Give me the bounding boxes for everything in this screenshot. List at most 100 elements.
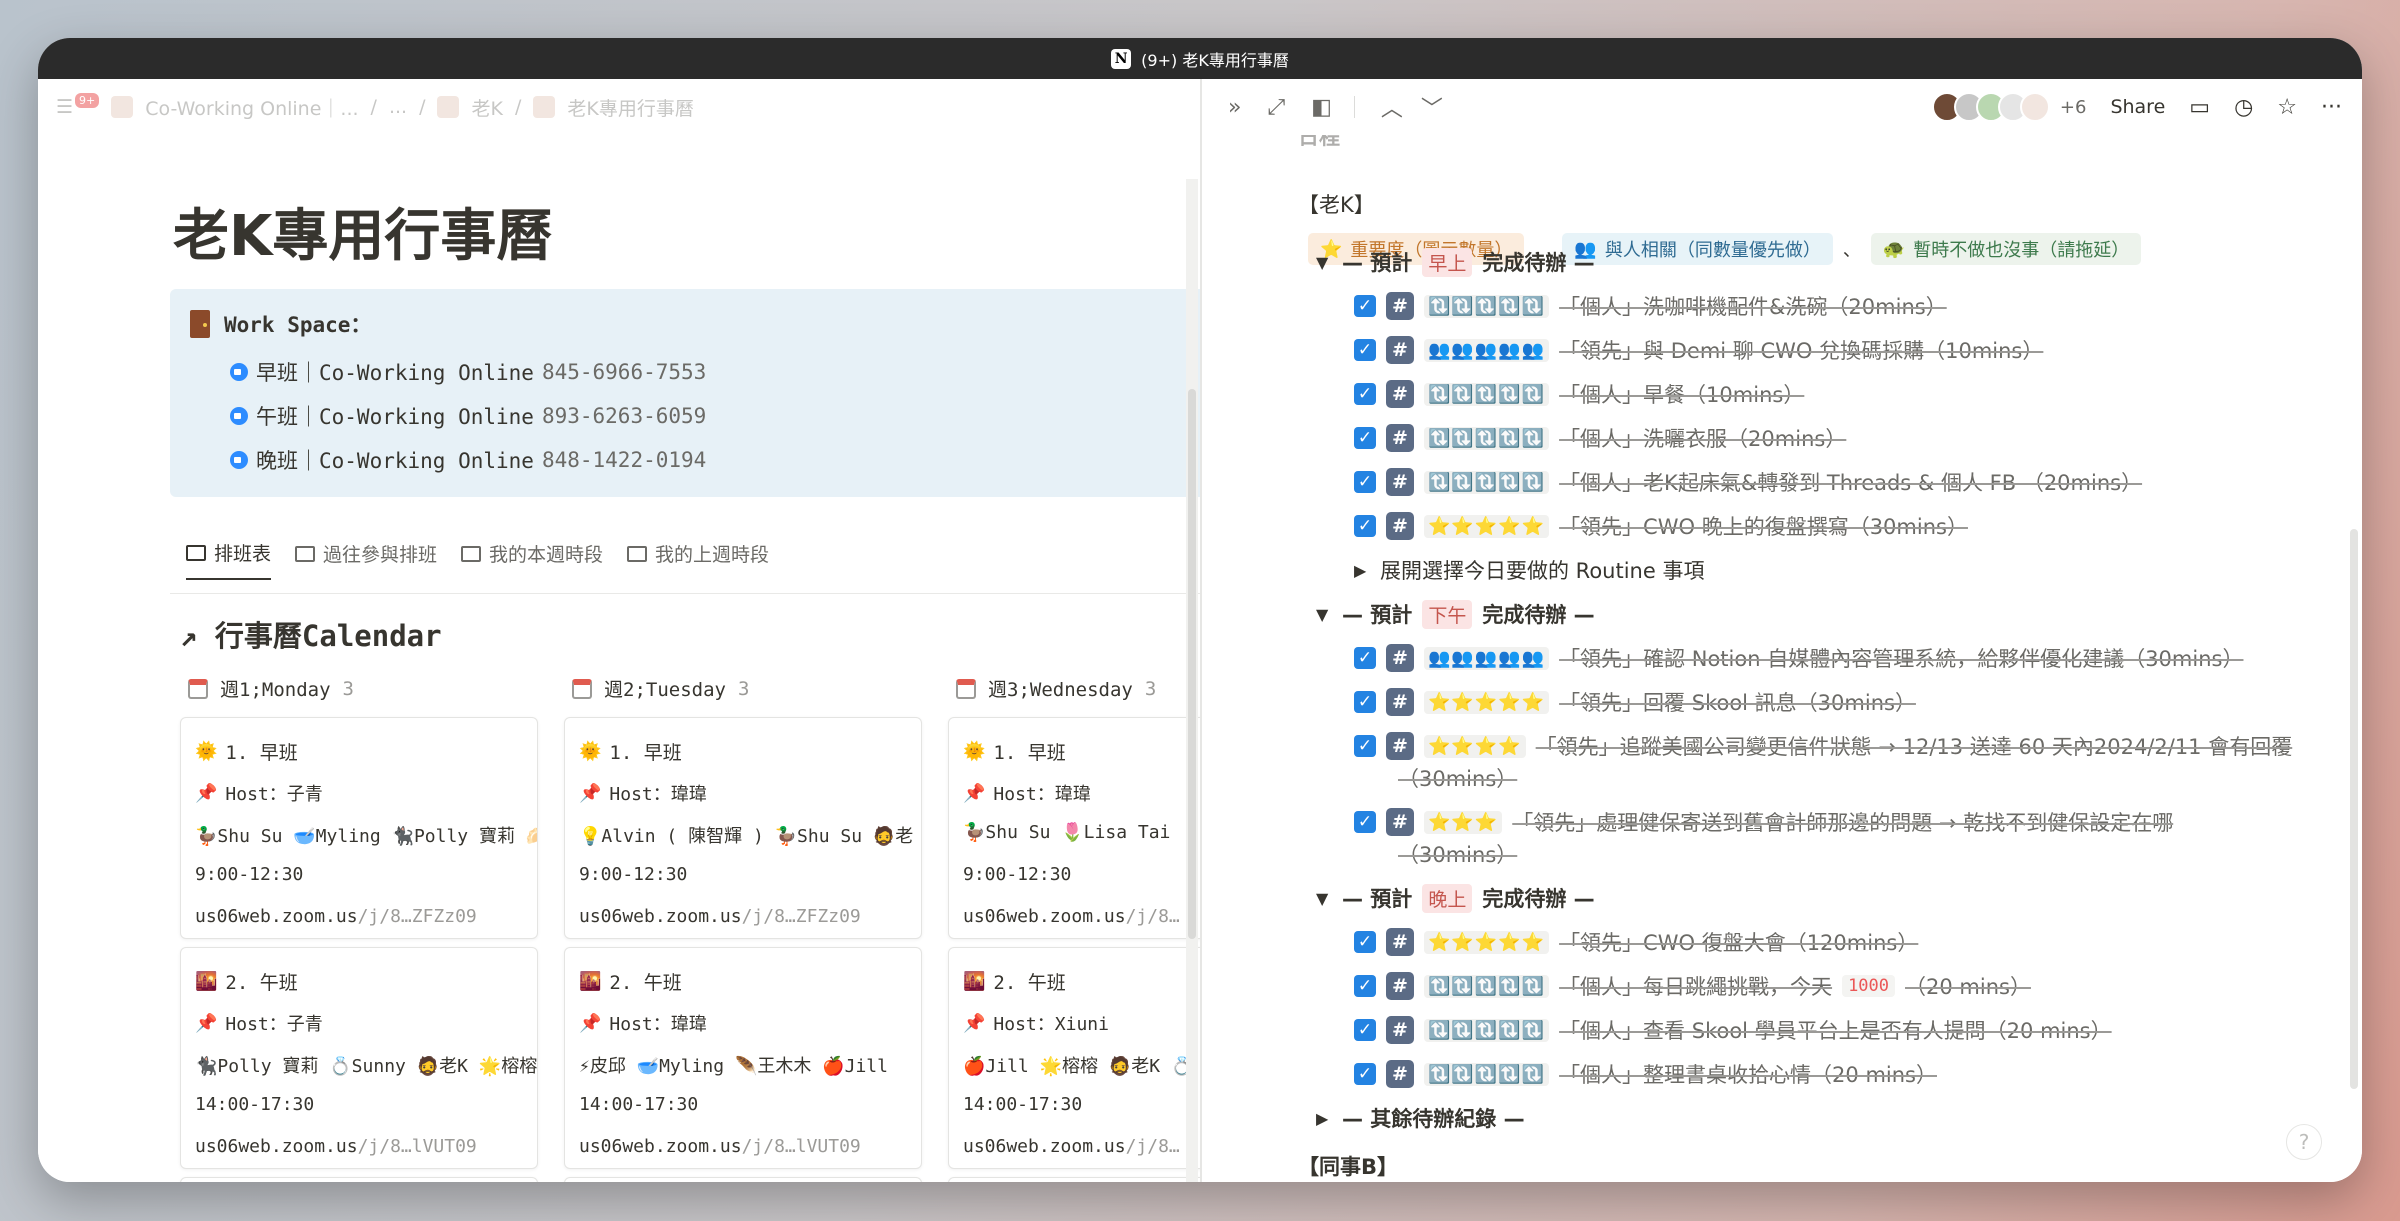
card-link[interactable]: us06web.zoom.us/j/8…ZFZz09 [195,906,477,927]
schedule-card[interactable]: 🌜3. 晚班 [948,1177,1200,1182]
todo-item[interactable]: ✓ # 👥👥👥👥👥 「領先」與 Demi 聊 CWO 兌換碼採購（10mins） [1354,335,2043,365]
tab-past-schedule[interactable]: 過往參與排班 [295,539,437,580]
pin-icon: 📌 [195,1012,218,1034]
left-scrollbar[interactable] [1186,179,1198,1182]
tab-schedule[interactable]: 排班表 [186,539,272,580]
right-scrollbar[interactable] [2350,529,2358,1089]
help-button[interactable]: ? [2286,1124,2322,1160]
todo-item[interactable]: ✓ # 🔃🔃🔃🔃🔃 「個人」整理書桌收拾心情（20 mins） [1354,1059,1937,1089]
shift-link-afternoon[interactable]: 午班｜Co-Working Online 893-6263-6059 [230,401,706,431]
card-link[interactable]: us06web.zoom.us/j/8… [963,906,1180,927]
shift-link-evening[interactable]: 晚班｜Co-Working Online 848-1422-0194 [230,445,706,475]
checkbox-checked[interactable]: ✓ [1354,647,1376,669]
toggle-right-icon[interactable]: ▶ [1316,1109,1332,1128]
checkbox-checked[interactable]: ✓ [1354,1063,1376,1085]
checkbox-checked[interactable]: ✓ [1354,427,1376,449]
stars-rating-icon: ⭐⭐⭐⭐ [1424,734,1526,758]
todo-item[interactable]: ✓ # 👥👥👥👥👥 「領先」確認 Notion 自媒體內容管理系統，給夥伴優化建議（3… [1354,643,2243,673]
toggle-group-heading[interactable]: ▼ — 預計 晚上 完成待辦 — [1316,883,1595,913]
todo-item[interactable]: ✓ # ⭐⭐⭐⭐ 「領先」追蹤美國公司變更信件狀態 → 12/13 送達 60 天內2… [1354,731,2292,761]
schedule-card[interactable]: 🌞 1. 早班 📌 Host：瑋瑋 🦆Shu Su 🌷Lisa Tai 9:00-12:3… [948,717,1200,939]
breadcrumb-item-current[interactable]: 老K專用行事曆 [567,94,693,121]
schedule-card[interactable]: 🌞 1. 早班 📌 Host：子青 🦆Shu Su 🥣Myling 🐈‍⬛Polly 寶… [180,717,538,939]
day-column-header[interactable]: 週1;Monday 3 [188,675,354,702]
card-link[interactable]: us06web.zoom.us/j/8…ZFZz09 [579,906,861,927]
day-column-header[interactable]: 週2;Tuesday 3 [572,675,749,702]
breadcrumb-item-workspace[interactable]: Co-Working Online｜... [145,94,358,121]
legend-tag-people[interactable]: 👥 與人相關（同數量優先做） [1562,233,1833,265]
todo-text: 「個人」整理書桌收拾心情（20 mins） [1559,1063,1937,1087]
todo-item[interactable]: ✓ # 🔃🔃🔃🔃🔃 「個人」洗曬衣服（20mins） [1354,423,1846,453]
toggle-group-heading[interactable]: ▼ — 預計 下午 完成待辦 — [1316,599,1595,629]
todo-item[interactable]: ✓ # 🔃🔃🔃🔃🔃 「個人」老K起床氣&轉發到 Threads & 個人 FB （20… [1354,467,2142,497]
collaborator-avatars[interactable]: +6 [1931,92,2086,122]
day-column-header[interactable]: 週3;Wednesday 3 [956,675,1156,702]
todo-item[interactable]: ✓ # 🔃🔃🔃🔃🔃 「個人」早餐（10mins） [1354,379,1804,409]
history-icon[interactable]: ◷ [2234,95,2253,120]
chevron-up-icon[interactable]: ︿ [1381,91,1403,123]
card-title: 🌞 1. 早班 [963,741,1066,764]
todo-item[interactable]: ✓ # 🔃🔃🔃🔃🔃 「個人」洗咖啡機配件&洗碗（20mins） [1354,291,1947,321]
schedule-card[interactable]: 🌜3. 晚班 [564,1177,922,1182]
routine-toggle[interactable]: ▶ 展開選擇今日要做的 Routine 事項 [1354,555,1704,585]
checkbox-checked[interactable]: ✓ [1354,811,1376,833]
tab-this-week[interactable]: 我的本週時段 [461,539,603,580]
schedule-card[interactable]: 🌇 2. 午班 📌 Host：瑋瑋 ⚡皮邱 🥣Myling 🪶王木木 🍎Jill 14:0… [564,947,922,1169]
checkbox-checked[interactable]: ✓ [1354,383,1376,405]
todo-text: 「領先」確認 Notion 自媒體內容管理系統，給夥伴優化建議（30mins） [1559,647,2244,671]
sidebar-menu-icon[interactable]: ☰ [56,96,73,118]
time-highlight: 下午 [1422,599,1473,629]
checkbox-checked[interactable]: ✓ [1354,691,1376,713]
star-icon[interactable]: ☆ [2277,95,2297,120]
todo-item[interactable]: ✓ # ⭐⭐⭐⭐⭐ 「領先」CWO 晚上的復盤撰寫（30mins） [1354,511,1968,541]
todo-item[interactable]: ✓ # 🔃🔃🔃🔃🔃 「個人」查看 Skool 學員平台上是否有人提問（20 mins） [1354,1015,2112,1045]
card-link[interactable]: us06web.zoom.us/j/8…lVUT09 [579,1136,861,1157]
checkbox-checked[interactable]: ✓ [1354,339,1376,361]
checkbox-checked[interactable]: ✓ [1354,515,1376,537]
schedule-card[interactable]: 🌜3. 晚班 [180,1177,538,1182]
legend-tag-procrastinate[interactable]: 🐢 暫時不做也沒事（請拖延） [1870,233,2142,265]
calendar-title[interactable]: ↗ 行事曆Calendar [180,613,442,655]
toggle-down-icon[interactable]: ▼ [1316,253,1332,272]
card-link[interactable]: us06web.zoom.us/j/8…lVUT09 [195,1136,477,1157]
tab-last-week[interactable]: 我的上週時段 [627,539,769,580]
checkbox-checked[interactable]: ✓ [1354,975,1376,997]
shift-link-morning[interactable]: 早班｜Co-Working Online 845-6966-7553 [230,357,706,387]
breadcrumb-item-ellipsis[interactable]: ... [389,96,407,118]
stars-rating-icon: ⭐⭐⭐⭐⭐ [1424,514,1550,538]
comment-icon[interactable]: ▭ [2189,95,2210,120]
card-time: 14:00-17:30 [579,1094,699,1115]
chevron-down-icon[interactable]: ﹀ [1421,91,1443,123]
checkbox-checked[interactable]: ✓ [1354,735,1376,757]
more-options-icon[interactable]: ··· [2321,95,2342,120]
page-title[interactable]: 老K專用行事曆 [173,191,552,272]
checkbox-checked[interactable]: ✓ [1354,471,1376,493]
checkbox-checked[interactable]: ✓ [1354,931,1376,953]
share-button[interactable]: Share [2110,96,2165,118]
todo-item[interactable]: ✓ # ⭐⭐⭐⭐⭐ 「領先」回覆 Skool 訊息（30mins） [1354,687,1916,717]
card-time: 9:00-12:30 [195,864,304,885]
card-people: 🐈‍⬛Polly 寶莉 💍Sunny 🧔老K 🌟榕榕 [195,1056,538,1077]
checkbox-checked[interactable]: ✓ [1354,1019,1376,1041]
schedule-card[interactable]: 🌇 2. 午班 📌 Host：Xiuni 🍎Jill 🌟榕榕 🧔老K 💍 14:00-17… [948,947,1200,1169]
toggle-right-icon[interactable]: ▶ [1354,561,1370,580]
side-peek-icon[interactable]: ◧ [1311,95,1332,120]
todo-item[interactable]: ✓ # 🔃🔃🔃🔃🔃 「個人」每日跳繩挑戰，今天 1000 （20 mins） [1354,971,2031,1001]
todo-item[interactable]: ✓ # ⭐⭐⭐ 「領先」處理健保寄送到舊會計師那邊的問題 → 乾找不到健保設定在哪 [1354,807,2173,837]
checkbox-checked[interactable]: ✓ [1354,295,1376,317]
toggle-down-icon[interactable]: ▼ [1316,889,1332,908]
other-todos-toggle[interactable]: ▶ — 其餘待辦紀錄 — [1316,1103,1525,1133]
scrollbar-thumb[interactable] [1188,389,1196,939]
group-suffix: 完成待辦 — [1482,887,1595,911]
todo-text: 「個人」每日跳繩挑戰，今天 [1559,975,1833,999]
breadcrumb-item-lao-k[interactable]: 老K [471,94,502,121]
card-link[interactable]: us06web.zoom.us/j/8… [963,1136,1180,1157]
expand-icon[interactable]: ⤢ [1267,95,1285,120]
hash-icon: # [1386,512,1414,540]
todo-item[interactable]: ✓ # ⭐⭐⭐⭐⭐ 「領先」CWO 復盤大會（120mins） [1354,927,1918,957]
schedule-card[interactable]: 🌞 1. 早班 📌 Host：瑋瑋 💡Alvin ( 陳智輝 ) 🦆Shu Su 🧔老 9… [564,717,922,939]
toggle-down-icon[interactable]: ▼ [1316,605,1332,624]
schedule-card[interactable]: 🌇 2. 午班 📌 Host：子青 🐈‍⬛Polly 寶莉 💍Sunny 🧔老K 🌟榕榕… [180,947,538,1169]
toggle-group-heading[interactable]: ▼ — 預計 早上 完成待辦 — [1316,247,1595,277]
close-peek-icon[interactable]: » [1228,95,1241,120]
